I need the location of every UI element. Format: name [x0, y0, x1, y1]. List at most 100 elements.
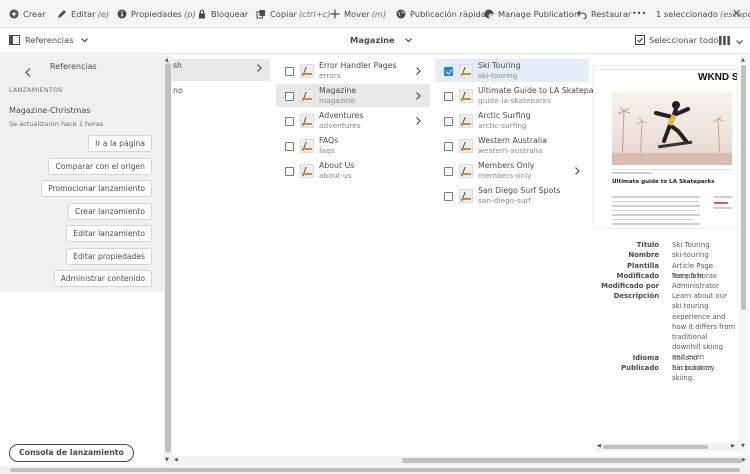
chevron-right-icon[interactable] — [416, 92, 421, 103]
move-button[interactable]: Mover (m) — [330, 0, 386, 28]
preview-byline — [612, 172, 652, 174]
scroll-up-arrow-icon[interactable]: ▲ — [165, 57, 169, 63]
chevron-down-icon — [404, 35, 412, 45]
preview-h-scrollbar-thumb[interactable] — [603, 445, 708, 449]
rail-toggle[interactable]: Referencias — [9, 35, 89, 45]
list-item[interactable]: San Diego Surf Spots san-diego-surf — [444, 184, 560, 208]
lock-button[interactable]: Bloquear — [197, 0, 248, 28]
scroll-left-arrow-icon[interactable]: ◀ — [174, 457, 178, 463]
chevron-right-icon — [257, 64, 262, 75]
copy-icon — [256, 9, 266, 19]
create-button[interactable]: Crear — [9, 0, 46, 28]
row-checkbox[interactable] — [285, 91, 294, 101]
quick-publish-button[interactable]: Publicación rápida — [396, 0, 486, 28]
section-heading: LANZAMIENTOS — [9, 87, 63, 94]
row-checkbox[interactable] — [444, 116, 453, 126]
properties-button[interactable]: Propiedades (p) — [117, 0, 196, 28]
page-name: western-australia — [478, 146, 543, 155]
back-button[interactable] — [25, 62, 31, 81]
edit-launch-button[interactable]: Editar lanzamiento — [66, 225, 152, 242]
page-thumbnail-icon — [300, 139, 314, 153]
page-title: Western Australia — [478, 136, 547, 145]
list-item[interactable]: FAQs faqs — [285, 134, 338, 158]
column0-item[interactable]: no — [173, 86, 183, 95]
list-item[interactable]: Western Australia western-australia — [444, 134, 547, 158]
column0-selected-row[interactable] — [172, 59, 270, 81]
info-icon — [117, 9, 127, 19]
list-item[interactable]: Members Only members-only — [444, 159, 534, 183]
list-item[interactable]: Ultimate Guide to LA Skateparks guide-la-… — [444, 84, 605, 108]
scroll-left-arrow-icon[interactable]: ◀ — [597, 443, 601, 449]
edit-properties-button[interactable]: Editar propiedades — [66, 248, 152, 265]
row-text: Ultimate Guide to LA Skateparks guide-la-… — [478, 86, 605, 106]
row-checkbox[interactable] — [444, 66, 453, 76]
launch-console-button[interactable]: Consola de lanzamiento — [9, 444, 134, 462]
restore-button[interactable]: Restaurar — [576, 0, 631, 28]
row-checkbox[interactable] — [285, 166, 294, 176]
rail-scrollbar-thumb[interactable] — [165, 63, 171, 453]
header-bar: Referencias Magazine Seleccionar todo — [0, 28, 750, 54]
compare-with-source-button[interactable]: Comparar con el origen — [48, 158, 152, 175]
metadata-label: Plantilla — [627, 261, 659, 270]
breadcrumb[interactable]: Magazine — [350, 35, 412, 45]
go-to-page-button[interactable]: Ir a la página — [88, 135, 152, 152]
row-checkbox[interactable] — [285, 141, 294, 151]
metadata-value: hace 9 horas — [672, 271, 717, 280]
list-item[interactable]: Adventures adventures — [285, 109, 363, 133]
window-h-scrollbar-thumb[interactable] — [10, 468, 740, 472]
scroll-up-arrow-icon[interactable]: ▲ — [741, 57, 745, 63]
preview-scrollbar-thumb[interactable] — [741, 65, 746, 310]
more-actions-button[interactable]: ••• — [632, 0, 646, 28]
chevron-right-icon[interactable] — [575, 167, 580, 178]
list-item[interactable]: Ski Touring ski-touring — [444, 59, 521, 83]
manage-publication-button[interactable]: Manage Publication — [484, 0, 579, 28]
chevron-right-icon[interactable] — [416, 117, 421, 128]
list-item[interactable]: About Us about-us — [285, 159, 354, 183]
list-item[interactable]: Magazine magazine — [285, 84, 356, 108]
preview-h-scrollbar[interactable] — [596, 443, 739, 451]
close-selection-button[interactable]: ✕ — [732, 0, 741, 28]
columns-h-scrollbar-thumb[interactable] — [402, 458, 742, 463]
edit-button[interactable]: Editar (e) — [57, 0, 109, 28]
window-h-scrollbar[interactable] — [0, 466, 750, 474]
row-checkbox[interactable] — [285, 66, 294, 76]
scroll-down-arrow-icon[interactable]: ▼ — [741, 443, 745, 449]
page-name: ski-touring — [478, 71, 518, 80]
rail-scrollbar[interactable] — [164, 55, 172, 465]
preview-divider — [612, 169, 732, 170]
more-icon: ••• — [632, 9, 647, 18]
column0-item: sh — [173, 61, 183, 70]
page-title: Adventures — [319, 111, 364, 120]
chevron-right-icon[interactable] — [416, 67, 421, 78]
metadata-value: Sin publicar — [672, 364, 713, 372]
select-all-button[interactable]: Seleccionar todo — [635, 35, 718, 45]
scroll-right-arrow-icon[interactable]: ▶ — [731, 443, 735, 449]
copy-button[interactable]: Copiar (ctrl+c) — [256, 0, 330, 28]
page-name: san-diego-surf — [478, 196, 532, 205]
scroll-right-arrow-icon[interactable]: ▶ — [742, 457, 746, 463]
row-checkbox[interactable] — [285, 116, 294, 126]
manage-content-button[interactable]: Administrar contenido — [53, 270, 152, 287]
page-thumbnail-icon — [300, 114, 314, 128]
row-checkbox[interactable] — [444, 191, 453, 201]
row-checkbox[interactable] — [444, 91, 453, 101]
rail-title: Referencias — [50, 62, 97, 71]
list-item[interactable]: Error Handler Pages errors — [285, 59, 397, 83]
page-name: faqs — [319, 146, 335, 155]
scroll-down-arrow-icon[interactable]: ▼ — [165, 457, 169, 463]
row-text: San Diego Surf Spots san-diego-surf — [478, 186, 560, 206]
metadata-label: Título — [636, 241, 659, 249]
preview-scrollbar[interactable] — [739, 55, 748, 455]
promote-launch-button[interactable]: Promocionar lanzamiento — [41, 180, 152, 197]
list-item[interactable]: Arctic Surfing arctic-surfing — [444, 109, 531, 133]
create-launch-button[interactable]: Crear lanzamiento — [68, 203, 152, 220]
row-text: Adventures adventures — [319, 111, 363, 131]
page-thumbnail-icon — [459, 164, 473, 178]
view-switcher[interactable] — [719, 36, 743, 47]
row-checkbox[interactable] — [444, 141, 453, 151]
page-title: Members Only — [478, 161, 535, 170]
row-checkbox[interactable] — [444, 166, 453, 176]
metadata-label: Modificado — [616, 271, 659, 280]
columns-h-scrollbar[interactable] — [172, 456, 750, 465]
rail-icon — [9, 35, 20, 45]
